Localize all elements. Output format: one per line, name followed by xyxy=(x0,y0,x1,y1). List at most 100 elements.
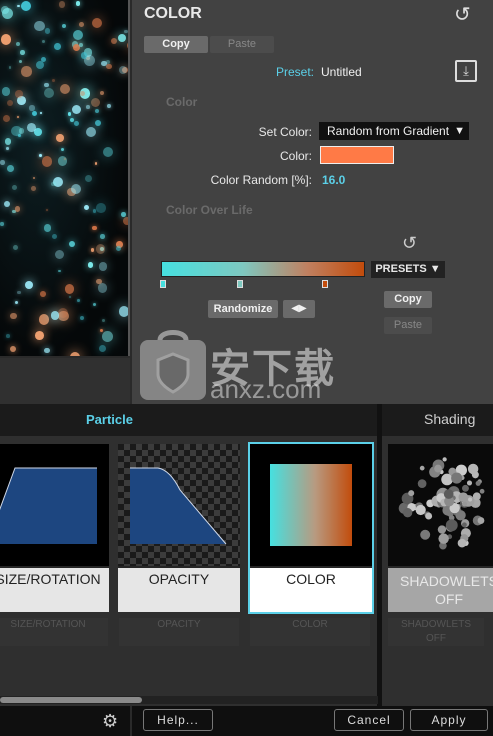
copy-gradient-button[interactable]: Copy xyxy=(384,291,432,308)
particle-dot xyxy=(94,120,101,127)
particle-dot xyxy=(72,30,83,41)
caret-down-icon: ▼ xyxy=(454,125,465,137)
card-label-line: SHADOWLETS xyxy=(399,573,493,589)
particle-dot xyxy=(58,269,61,273)
particle-dot xyxy=(19,49,25,55)
card-sub-label: SIZE/ROTATION xyxy=(0,618,108,646)
particle-dot xyxy=(99,329,103,333)
particle-dot xyxy=(94,108,99,113)
tab-shading[interactable]: Shading xyxy=(424,411,475,427)
particle-dot xyxy=(58,1,66,8)
particle-dot xyxy=(100,234,105,239)
particle-dot xyxy=(42,40,46,44)
particle-dot xyxy=(70,183,82,194)
gradient-stop[interactable] xyxy=(237,280,243,288)
particle-dot xyxy=(19,59,23,64)
particle-dot xyxy=(44,28,50,34)
card-sub-line: SHADOWLETS xyxy=(400,619,471,630)
set-color-label: Set Color: xyxy=(258,125,312,139)
watermark-logo-icon xyxy=(140,330,206,400)
particle-dot xyxy=(110,38,117,45)
paste-gradient-button[interactable]: Paste xyxy=(384,317,432,334)
module-card-size-rotation[interactable]: SIZE/ROTATION xyxy=(0,444,109,612)
reset-gradient-icon[interactable]: ↺ xyxy=(402,233,417,254)
particle-dot xyxy=(100,90,105,96)
particle-dot xyxy=(6,146,9,150)
shadowlet-particle xyxy=(438,533,449,544)
particle-dot xyxy=(102,146,114,158)
apply-button[interactable]: Apply xyxy=(410,709,488,731)
particle-dot xyxy=(29,105,35,111)
caret-down-icon: ▼ xyxy=(429,263,441,275)
particle-dot xyxy=(77,299,80,302)
presets-dropdown[interactable]: PRESETS ▼ xyxy=(371,261,445,278)
particle-dot xyxy=(15,300,19,305)
module-card-shadowlets[interactable]: SHADOWLETS OFF xyxy=(388,444,493,612)
arrow-right-icon[interactable]: ▶ xyxy=(299,303,307,314)
module-card-color[interactable]: COLOR xyxy=(248,442,374,614)
particle-dot xyxy=(101,60,107,66)
shadowlets-thumbnail xyxy=(388,444,493,566)
particle-dot xyxy=(126,40,128,50)
particle-dot xyxy=(17,290,21,295)
help-button[interactable]: Help... xyxy=(143,709,213,731)
size-rotation-thumbnail xyxy=(0,444,109,566)
card-label-state: OFF xyxy=(435,591,463,607)
particle-dot xyxy=(41,56,47,62)
particle-dot xyxy=(56,134,64,142)
shadowlet-particle xyxy=(467,463,479,475)
particle-dot xyxy=(80,315,85,320)
tab-particle[interactable]: Particle xyxy=(86,412,133,427)
particle-dot xyxy=(50,311,60,320)
particle-dot xyxy=(32,176,36,180)
shadowlet-particle xyxy=(415,504,426,516)
stop-nav-buttons[interactable]: ◀▶ xyxy=(283,300,315,318)
copy-button[interactable]: Copy xyxy=(144,36,208,53)
panel-title: COLOR xyxy=(144,5,202,22)
save-preset-icon[interactable]: ⤓ xyxy=(455,60,477,82)
particle-dot xyxy=(90,98,100,108)
preset-value[interactable]: Untitled xyxy=(321,65,362,79)
paste-button[interactable]: Paste xyxy=(210,36,274,53)
particle-dot xyxy=(106,63,112,70)
card-label: COLOR xyxy=(250,568,372,612)
shadowlet-particle xyxy=(461,522,467,528)
randomize-button[interactable]: Randomize xyxy=(208,300,278,318)
particle-dot xyxy=(40,112,43,115)
particle-dot xyxy=(31,110,38,117)
gradient-stop[interactable] xyxy=(322,280,328,288)
set-color-select[interactable]: Random from Gradient ▼ xyxy=(319,122,469,140)
particle-dot xyxy=(15,41,21,47)
particle-dot xyxy=(86,127,97,138)
module-card-opacity[interactable]: OPACITY xyxy=(118,444,240,612)
particle-dot xyxy=(118,306,128,317)
arrow-left-icon[interactable]: ◀ xyxy=(291,303,299,314)
reset-icon[interactable]: ↺ xyxy=(454,2,471,27)
cancel-button[interactable]: Cancel xyxy=(334,709,404,731)
set-color-value: Random from Gradient xyxy=(327,124,450,138)
particle-dot xyxy=(71,105,82,115)
particle-dot xyxy=(67,112,72,116)
particle-dot xyxy=(14,206,21,212)
particle-dot xyxy=(6,164,14,172)
particle-dot xyxy=(86,105,90,109)
particle-dot xyxy=(63,157,66,160)
shadowlet-particle xyxy=(461,484,469,492)
gear-icon[interactable]: ⚙ xyxy=(102,711,118,732)
particle-dot xyxy=(39,153,42,157)
particle-dot xyxy=(92,18,103,29)
particle-dot xyxy=(9,346,16,353)
color-swatch[interactable] xyxy=(320,146,394,164)
color-random-value[interactable]: 16.0 xyxy=(322,173,345,187)
gradient-bar[interactable] xyxy=(161,261,365,277)
shadowlet-particle xyxy=(417,479,427,488)
particle-dot xyxy=(0,222,4,226)
particle-dot xyxy=(87,262,94,268)
particle-dot xyxy=(84,174,92,183)
particle-dot xyxy=(21,66,32,77)
scrollbar-thumb[interactable] xyxy=(0,697,142,703)
gradient-stop[interactable] xyxy=(160,280,166,288)
particle-dot xyxy=(13,244,19,250)
particle-dot xyxy=(44,224,52,232)
shadowlet-particle xyxy=(420,529,431,540)
